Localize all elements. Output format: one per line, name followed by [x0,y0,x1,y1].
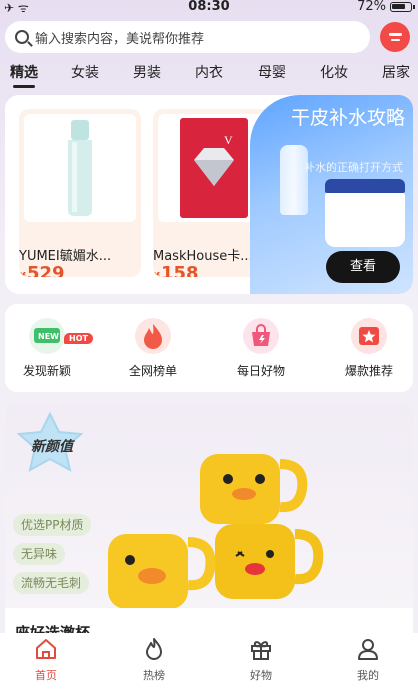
banner-card: YUMEI毓媚水... ¥529 V MaskHouse卡... ¥158 干皮… [5,95,413,294]
product-price: ¥158 [153,263,199,277]
new-icon: NEW [29,318,65,354]
nav-home[interactable]: 首页 [11,637,81,683]
star-box-icon [351,318,387,354]
hot-badge: HOT [64,333,93,344]
nav-label: 好物 [250,669,272,682]
shortcut-discover[interactable]: NEW HOT 发现新颖 [7,318,93,379]
nav-label: 我的 [357,669,379,682]
category-tabs: 精选 女装 男装 内衣 母婴 化妆 居家 [0,62,418,92]
svg-text:NEW: NEW [38,332,59,341]
flame-icon [142,637,166,661]
message-button[interactable] [380,22,410,52]
gift-icon [249,637,273,661]
nav-good-items[interactable]: 好物 [226,637,296,683]
nav-hot-list[interactable]: 热榜 [119,637,189,683]
bag-icon [243,318,279,354]
shortcut-label: 全网榜单 [128,364,177,378]
view-button[interactable]: 查看 [326,251,400,283]
feature-tag: 无异味 [13,543,66,565]
search-placeholder: 输入搜索内容，美说帮你推荐 [35,31,205,47]
shortcut-label: 发现新颖 [22,364,71,378]
feature-tag: 优选PP材质 [13,514,92,536]
promo-panel[interactable]: 干皮补水攻略 补水的正确打开方式 查看 [250,95,413,294]
nav-profile[interactable]: 我的 [333,637,403,683]
user-icon [356,637,380,661]
product-name: YUMEI毓媚水... [19,249,112,264]
duck-cups-image [100,424,410,614]
message-icon [388,33,402,36]
tab-muying[interactable]: 母婴 [258,62,286,82]
nav-label: 首页 [35,669,57,682]
bottle-image [280,145,308,215]
jar-image [325,179,405,247]
battery-percent: 72% [357,0,386,14]
home-icon [34,637,58,661]
feature-card[interactable]: 新颜值 优选PP材质 无异味 流畅无毛刺 [5,404,413,614]
fire-icon [135,318,171,354]
battery-indicator: 72% [357,0,415,14]
search-icon [15,30,29,44]
feature-tag: 流畅无毛刺 [13,572,90,594]
promo-title: 干皮补水攻略 [290,107,405,129]
tab-nvzhuang[interactable]: 女装 [71,62,99,82]
product-price: ¥529 [19,263,65,277]
status-time: 08:30 [188,0,230,14]
shortcut-label: 每日好物 [236,364,285,378]
product-card[interactable]: YUMEI毓媚水... ¥529 [19,109,141,277]
tab-nanzhuang[interactable]: 男装 [133,62,161,82]
shortcut-hot-picks[interactable]: 爆款推荐 [329,318,409,379]
shortcut-daily[interactable]: 每日好物 [221,318,301,379]
nav-label: 热榜 [143,669,165,682]
shortcut-label: 爆款推荐 [344,364,393,378]
badge-text: 新颜值 [31,439,73,455]
product-image [24,114,136,222]
promo-subtitle: 补水的正确打开方式 [304,161,403,174]
tab-jingxuan[interactable]: 精选 [10,62,38,88]
category-shortcuts: NEW HOT 发现新颖 全网榜单 每日好物 爆款推荐 [5,304,413,392]
search-bar[interactable]: 输入搜索内容，美说帮你推荐 [5,21,370,53]
svg-text:V: V [224,133,233,147]
tab-huazhuang[interactable]: 化妆 [320,62,348,82]
shortcut-rankings[interactable]: 全网榜单 [113,318,193,379]
status-bar: ✈ ᯤ 08:30 72% [0,0,418,16]
tab-jujia[interactable]: 居家 [382,62,410,82]
bottom-navigation: 首页 热榜 好物 我的 [0,633,418,693]
new-look-badge: 新颜值 [13,411,88,474]
battery-icon [390,1,415,12]
tab-neiyi[interactable]: 内衣 [195,62,223,82]
